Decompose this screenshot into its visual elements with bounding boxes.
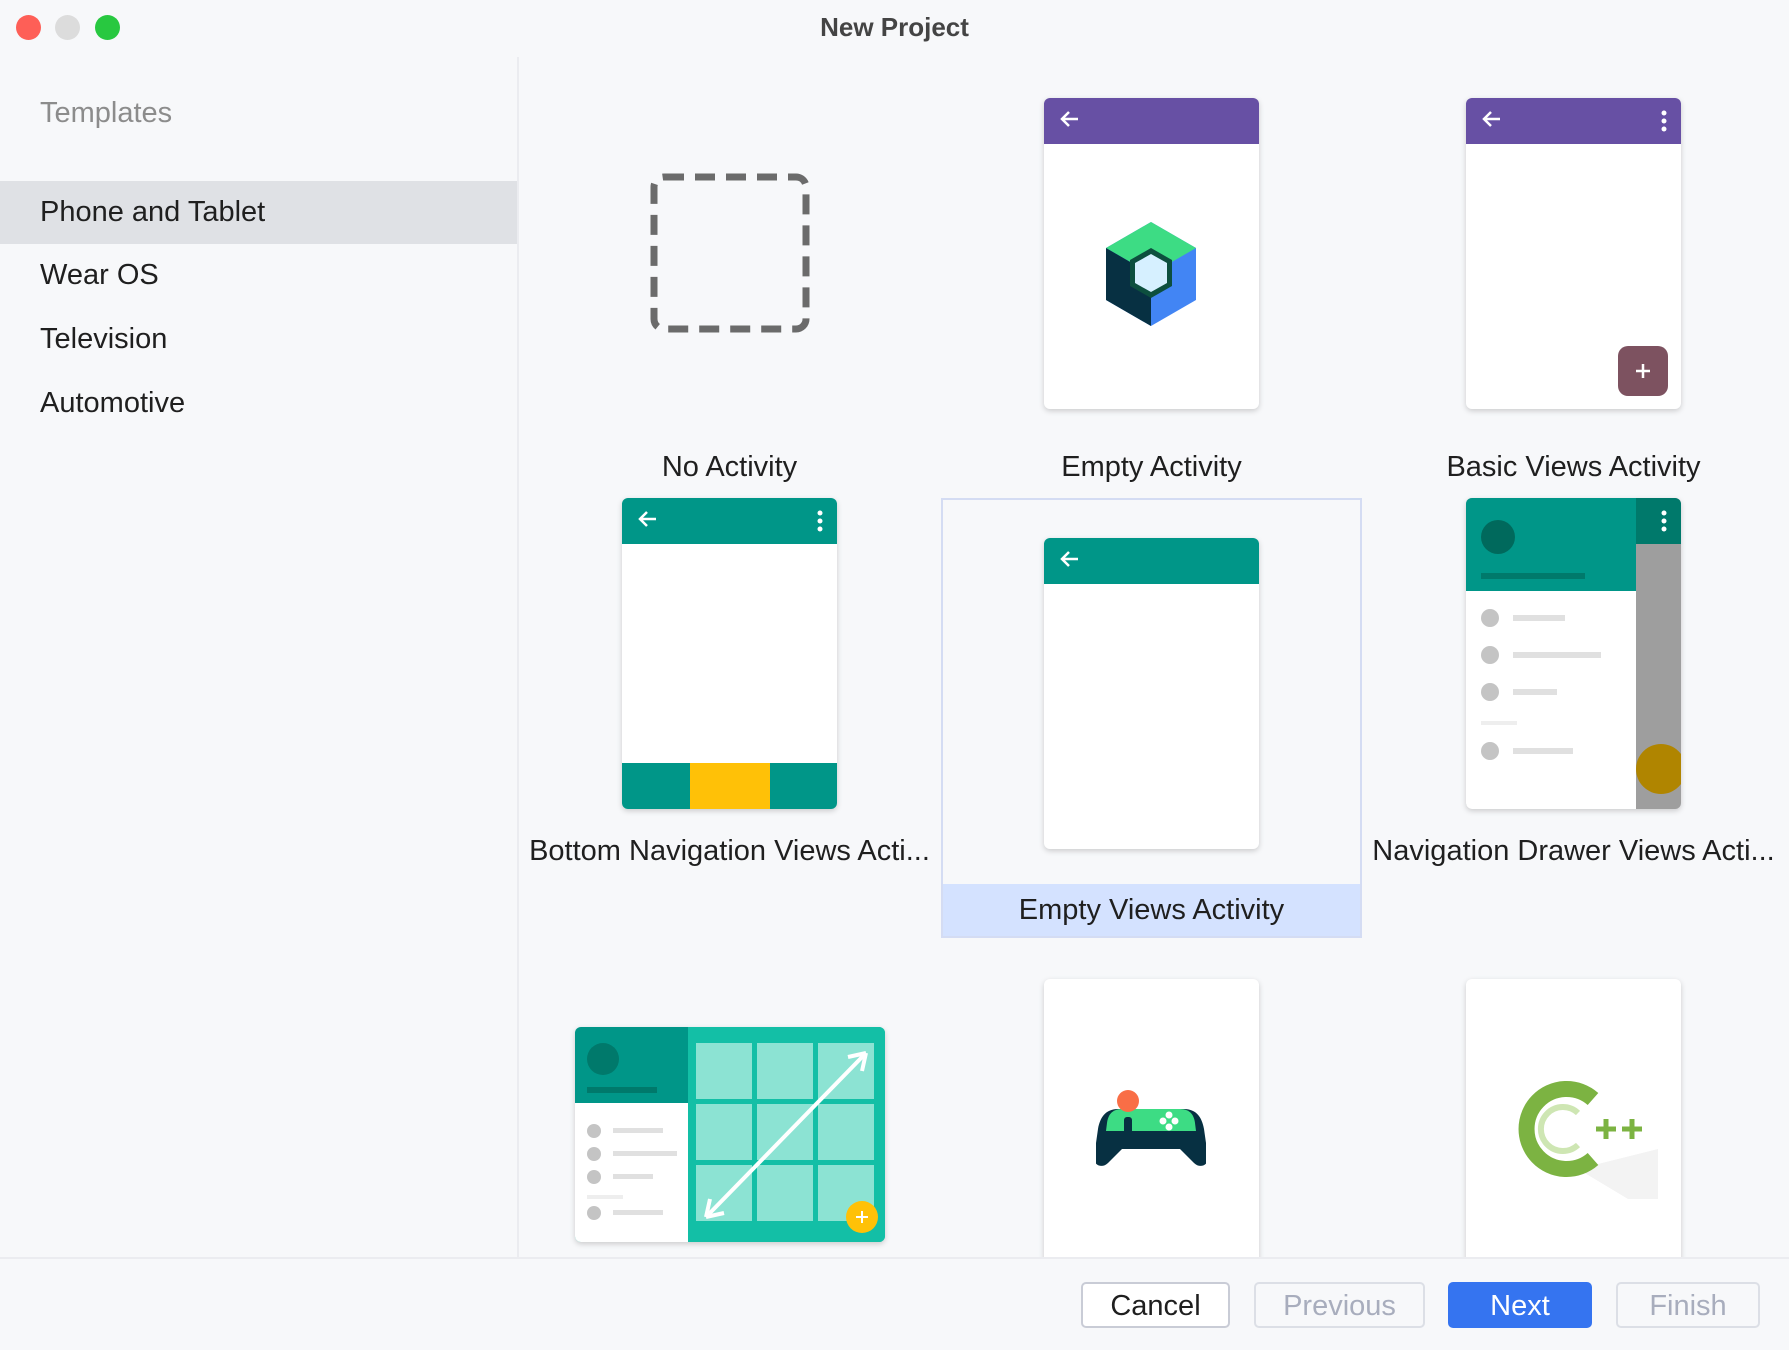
back-arrow-icon bbox=[1060, 551, 1078, 567]
back-arrow-icon bbox=[1482, 111, 1500, 127]
template-navigation-drawer-views-activity[interactable]: Navigation Drawer Views Acti... bbox=[1363, 498, 1784, 941]
dashed-square-icon bbox=[650, 173, 810, 333]
back-arrow-icon bbox=[1060, 111, 1078, 127]
phone-preview bbox=[1044, 98, 1259, 409]
phone-preview bbox=[1044, 979, 1259, 1257]
app-bar bbox=[1044, 98, 1259, 144]
template-grid: No Activity Empty Activity Basic Views A… bbox=[519, 57, 1789, 1257]
cpp-logo-icon bbox=[1518, 1081, 1658, 1199]
bottom-navigation-bar bbox=[622, 763, 837, 809]
phone-preview bbox=[622, 498, 837, 809]
sidebar-item-wear-os[interactable]: Wear OS bbox=[0, 244, 517, 307]
template-responsive-views-activity[interactable] bbox=[519, 941, 940, 1257]
tablet-preview bbox=[575, 1027, 885, 1242]
previous-button[interactable]: Previous bbox=[1254, 1282, 1425, 1328]
template-bottom-navigation-views-activity[interactable]: Bottom Navigation Views Acti... bbox=[519, 498, 940, 941]
more-vert-icon bbox=[817, 510, 823, 532]
template-label: Navigation Drawer Views Acti... bbox=[1372, 835, 1775, 867]
back-arrow-icon bbox=[638, 511, 656, 527]
dialog-footer: Cancel Previous Next Finish bbox=[0, 1257, 1789, 1350]
navigation-drawer bbox=[1466, 498, 1636, 809]
template-native-cpp[interactable] bbox=[1363, 941, 1784, 1257]
next-button[interactable]: Next bbox=[1448, 1282, 1592, 1328]
templates-sidebar: Templates Phone and Tablet Wear OS Telev… bbox=[0, 57, 519, 1257]
more-vert-icon bbox=[1661, 110, 1667, 132]
new-project-window: New Project Templates Phone and Tablet W… bbox=[0, 0, 1789, 1350]
sidebar-item-automotive[interactable]: Automotive bbox=[0, 372, 517, 435]
more-vert-icon bbox=[1661, 510, 1667, 532]
sidebar-item-television[interactable]: Television bbox=[0, 308, 517, 371]
phone-preview bbox=[1466, 979, 1681, 1257]
cancel-button[interactable]: Cancel bbox=[1081, 1282, 1230, 1328]
template-label: Basic Views Activity bbox=[1446, 451, 1701, 483]
template-empty-views-activity[interactable]: Empty Views Activity bbox=[941, 498, 1362, 938]
resize-grid-icon bbox=[688, 1027, 885, 1242]
window-title: New Project bbox=[820, 12, 969, 42]
app-bar bbox=[1044, 538, 1259, 584]
navigation-pane bbox=[575, 1027, 688, 1242]
title-bar: New Project bbox=[0, 0, 1789, 57]
template-no-activity[interactable]: No Activity bbox=[519, 57, 940, 497]
compose-logo-icon bbox=[1106, 222, 1196, 326]
sidebar-item-phone-and-tablet[interactable]: Phone and Tablet bbox=[0, 181, 517, 244]
template-empty-activity[interactable]: Empty Activity bbox=[941, 57, 1362, 497]
template-label: No Activity bbox=[661, 451, 798, 483]
sidebar-heading: Templates bbox=[40, 97, 173, 129]
app-bar bbox=[622, 498, 837, 544]
gamepad-icon bbox=[1096, 1090, 1206, 1166]
avatar bbox=[1481, 520, 1515, 554]
template-basic-views-activity[interactable]: Basic Views Activity bbox=[1363, 57, 1784, 497]
template-label: Empty Views Activity bbox=[943, 884, 1360, 936]
drawer-header bbox=[1466, 498, 1636, 591]
phone-preview bbox=[1044, 538, 1259, 849]
fab-add-icon bbox=[1636, 744, 1681, 794]
phone-preview bbox=[1466, 98, 1681, 409]
avatar bbox=[587, 1043, 619, 1075]
phone-preview bbox=[1466, 498, 1681, 809]
app-bar bbox=[1466, 98, 1681, 144]
template-label: Empty Activity bbox=[1061, 451, 1242, 483]
bottom-navigation-selected-item bbox=[690, 763, 770, 809]
template-game-activity[interactable] bbox=[941, 941, 1362, 1257]
template-label: Bottom Navigation Views Acti... bbox=[529, 835, 930, 867]
finish-button[interactable]: Finish bbox=[1616, 1282, 1760, 1328]
fab-add-icon bbox=[1618, 346, 1668, 396]
